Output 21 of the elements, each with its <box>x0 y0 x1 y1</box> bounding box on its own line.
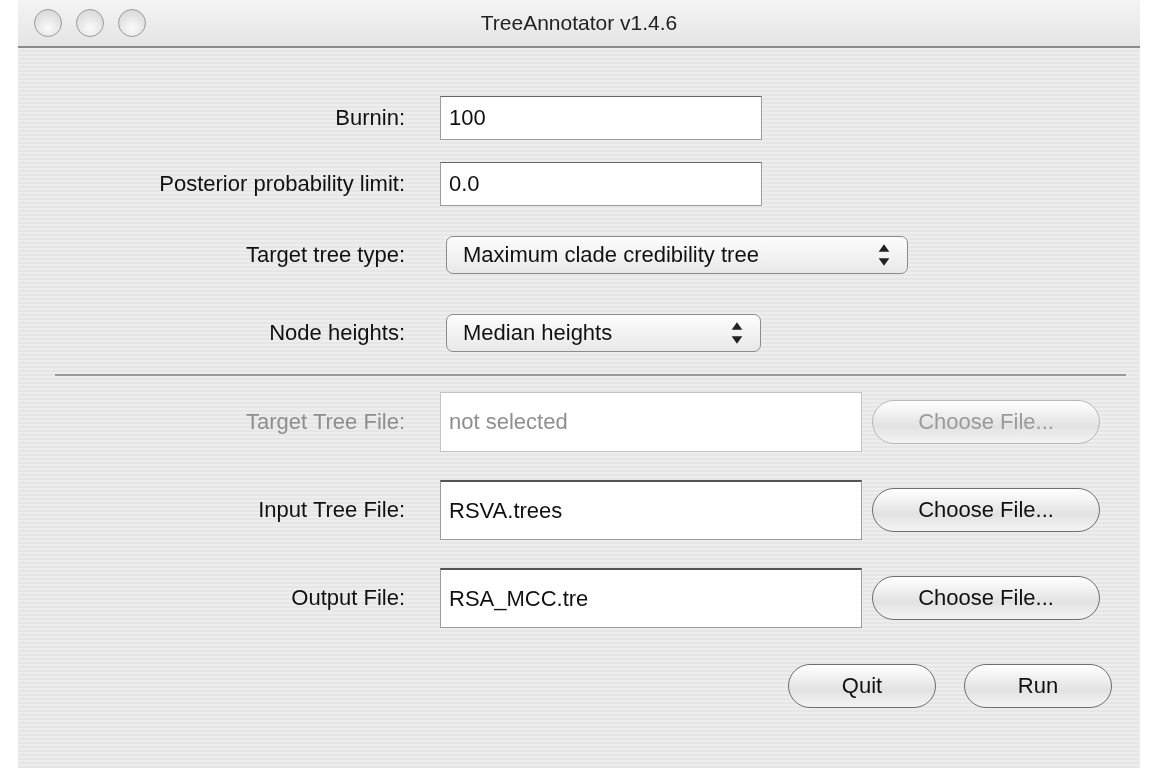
field-label: Target Tree File: <box>245 409 405 435</box>
quit-button[interactable]: Quit <box>788 664 936 708</box>
field-label: Output File: <box>290 585 405 611</box>
field-label: Burnin: <box>334 105 405 131</box>
file-path-field[interactable]: RSVA.trees <box>440 480 862 540</box>
window-control-button[interactable] <box>76 9 104 37</box>
choose-file-button[interactable]: Choose File... <box>872 488 1100 532</box>
field-label: Target tree type: <box>245 242 405 268</box>
text-field[interactable]: 0.0 <box>440 162 762 206</box>
choose-file-button[interactable]: Choose File... <box>872 576 1100 620</box>
dropdown[interactable]: Maximum clade credibility tree <box>446 236 908 274</box>
file-path-field[interactable]: RSA_MCC.tre <box>440 568 862 628</box>
dropdown[interactable]: Median heights <box>446 314 762 352</box>
window-control-button[interactable] <box>34 9 62 37</box>
field-label: Node heights: <box>268 320 405 346</box>
window-title: TreeAnnotator v1.4.6 <box>480 11 678 35</box>
field-label: Input Tree File: <box>257 497 405 523</box>
field-label: Posterior probability limit: <box>158 171 405 197</box>
window-control-button[interactable] <box>118 9 146 37</box>
run-button[interactable]: Run <box>964 664 1112 708</box>
text-field[interactable]: 100 <box>440 96 762 140</box>
